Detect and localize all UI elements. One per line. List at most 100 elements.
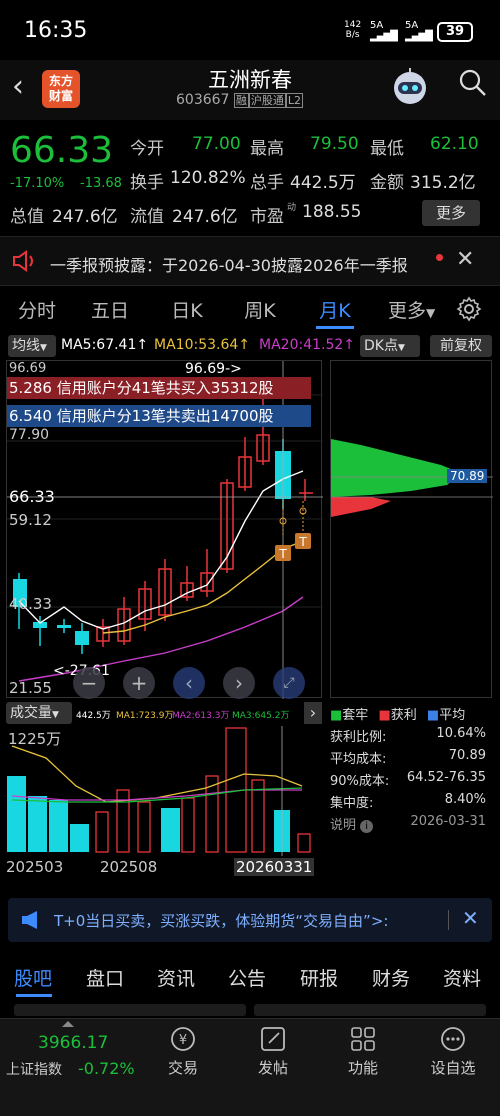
cost-90-value: 64.52-76.35 [406,770,486,785]
turnover-value: 120.82% [170,168,246,188]
indicator-row: 均线▼ MA5:67.41↑ MA10:53.64↑ MA20:41.52↑ D… [0,334,500,358]
zoom-out-button[interactable]: − [73,667,105,699]
avg-cost-stat-label: 平均成本: [330,752,387,767]
ma-selector[interactable]: 均线▼ [8,335,56,357]
scroll-left-button[interactable]: ‹ [173,667,205,699]
cost-distribution-chart[interactable]: 70.89 [330,360,493,698]
change-pct: -17.10% [10,176,65,191]
index-value[interactable]: 3966.17 [38,1033,108,1053]
expand-up-icon[interactable] [62,1021,74,1027]
tab-news[interactable]: 资讯 [157,964,195,991]
ma20-value: MA20:41.52↑ [259,337,355,353]
volume-selector[interactable]: 成交量▼ [6,702,72,724]
stock-code-line: 603667 融沪股通 L2 [176,92,304,108]
tab-profile[interactable]: 资料 [443,964,481,991]
credit-buy-banner[interactable]: 5.286 信用账户分41笔共买入35312股 [7,377,311,399]
stats-date: 2026-03-31 [410,814,486,829]
ad-divider [448,910,449,930]
functions-button[interactable]: 功能 [328,1025,398,1078]
ad-text: T+0当日买卖，买涨买跌，体验期货“交易自由”>: [54,912,389,930]
edit-icon [261,1027,285,1051]
index-name[interactable]: 上证指数 [6,1059,62,1079]
fullscreen-button[interactable]: ⤢ [273,667,305,699]
avg-cost-stat-value: 70.89 [448,748,486,763]
expand-right-icon[interactable]: › [304,702,322,724]
search-icon[interactable] [458,68,488,98]
trade-button[interactable]: ¥ 交易 [148,1025,218,1078]
distribution-svg [331,439,493,517]
signal-2-label: 5A [405,20,419,31]
signal-1-label: 5A [370,20,384,31]
quote-panel: 66.33 -17.10% -13.68 今开 77.00 最高 79.50 最… [0,120,500,232]
info-link[interactable]: 说明 i [330,814,374,833]
tab-intraday[interactable]: 分时 [12,296,62,323]
tab-financials[interactable]: 财务 [372,964,410,991]
zoom-in-button[interactable]: + [123,667,155,699]
tab-announcements[interactable]: 公告 [228,964,266,991]
volume-value: 442.5万 [290,173,356,193]
info-icon: i [360,820,374,833]
volume-panel[interactable]: 成交量▼ 442.5万 MA1:723.9万 MA2:613.3万 MA3:64… [6,702,322,888]
ytick-4: 59.12 [9,511,52,529]
back-icon[interactable]: ‹ [12,72,34,102]
grid-icon [351,1027,375,1051]
open-label: 今开 [130,139,164,159]
more-quote-button[interactable]: 更多 [422,200,480,226]
post-button[interactable]: 发帖 [238,1025,308,1078]
logo-line1: 东方 [48,74,73,88]
float-label: 流值 [130,207,164,227]
ma10-value: MA10:53.64↑ [154,337,250,353]
robot-assistant-icon[interactable] [388,66,432,110]
volume-ytick: 1225万 [8,730,62,748]
footer-bar: 3966.17 上证指数 -0.72% ¥ 交易 发帖 功能 设自选 [0,1018,500,1116]
post-label: 发帖 [257,1059,288,1077]
tab-five-day[interactable]: 五日 [85,296,135,323]
ytick-high: 96.69 [9,361,47,376]
app-logo[interactable]: 东方 财富 [42,70,80,108]
profit-ratio-label: 获利比例: [330,730,387,745]
credit-sell-banner[interactable]: 6.540 信用账户分13笔共卖出14700股 [7,405,311,427]
kline-chart[interactable]: T T 96.69 77.90 66.33 59.12 40.33 21.55 … [6,360,323,699]
dk-point-button[interactable]: DK点▼ [360,335,420,357]
content-placeholder-right [254,1004,486,1016]
tab-more[interactable]: 更多▼ [388,296,435,323]
change-amount: -13.68 [80,176,122,191]
index-pct: -0.72% [78,1059,135,1078]
expand-icon: ⤢ [283,675,295,691]
gear-icon[interactable] [456,296,482,326]
pe-label: 市盈 [250,207,284,227]
signal-1-icon: 5A ▂▄▆█ [370,20,398,42]
tab-weekly-k[interactable]: 周K [235,296,285,323]
close-ad-icon[interactable]: ✕ [462,906,479,930]
volume-value: 442.5万 [76,711,111,721]
signal-2-icon: 5A ▂▄▆█ [405,20,433,42]
volume-selector-label: 成交量 [10,705,52,721]
tab-daily-k[interactable]: 日K [162,296,212,323]
notice-bar[interactable]: 一季报预披露：于2026-04-30披露2026年一季报 ✕ [0,236,500,286]
hk-connect-tag: 沪股通 [248,93,286,108]
adjust-button[interactable]: 前复权 [430,335,492,357]
active-tab-indicator [316,326,354,329]
tab-guba[interactable]: 股吧 [14,964,52,991]
plus-icon: + [130,671,148,695]
yuan-icon: ¥ [171,1027,195,1051]
ytick-2: 77.90 [9,427,50,443]
add-watchlist-button[interactable]: 设自选 [418,1025,488,1078]
tab-research[interactable]: 研报 [300,964,338,991]
mcap-label: 总值 [10,207,44,227]
add-watchlist-label: 设自选 [430,1059,476,1077]
caret-down-icon: ▼ [52,710,59,720]
scroll-right-button[interactable]: › [223,667,255,699]
ma5-line [18,470,304,630]
concentration-value: 8.40% [444,792,486,807]
ad-banner[interactable]: T+0当日买卖，买涨买跌，体验期货“交易自由”>: ✕ [8,898,492,942]
tab-order-book[interactable]: 盘口 [86,964,124,991]
tab-monthly-k[interactable]: 月K [310,296,360,323]
cost-stats-panel: ■套牢 ■获利 ■平均 获利比例: 10.64% 平均成本: 70.89 90%… [330,702,492,888]
net-speed-value: 142 [344,20,362,30]
close-notice-icon[interactable]: ✕ [456,247,474,272]
info-label: 说明 [330,818,357,833]
ytick-5: 40.33 [9,595,52,613]
last-price: 66.33 [10,130,114,171]
speaker-icon [12,250,36,276]
